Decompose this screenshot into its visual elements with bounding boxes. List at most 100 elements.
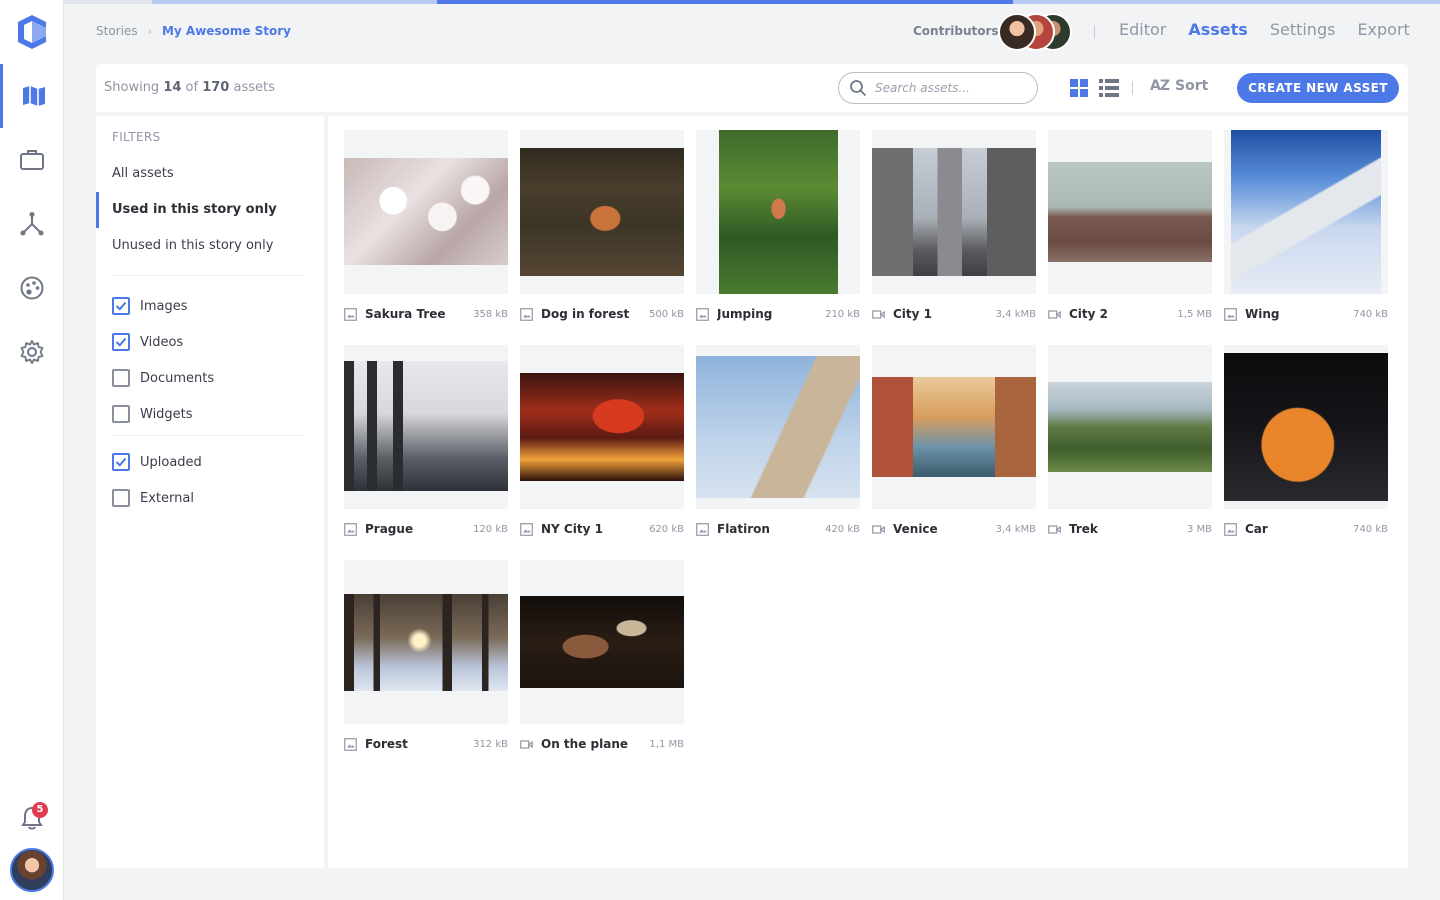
nav-projects[interactable] [0,128,64,192]
of-word: of [181,80,203,95]
asset-card[interactable]: Venice 3,4 kMB [872,345,1036,541]
asset-name: Dog in forest [541,307,630,321]
create-new-asset-button[interactable]: CREATE NEW ASSET [1237,73,1399,103]
asset-meta: On the plane 1,1 MB [520,736,684,752]
checkbox-label: External [140,490,194,506]
grid-view-icon[interactable] [1070,79,1088,97]
left-rail: 5 [0,0,64,900]
user-avatar[interactable] [10,848,54,892]
contributors-avatars[interactable] [998,13,1074,51]
asset-card[interactable]: City 1 3,4 kMB [872,130,1036,326]
asset-meta: Prague 120 kB [344,521,508,537]
sort-button[interactable]: AZ Sort [1150,78,1208,94]
asset-meta: Forest 312 kB [344,736,508,752]
asset-thumbnail [1224,130,1388,294]
asset-card[interactable]: Flatiron 420 kB [696,345,860,541]
car-image [1224,353,1388,501]
nav-settings[interactable] [0,320,64,384]
asset-card[interactable]: Jumping 210 kB [696,130,860,326]
image-type-icon [520,307,533,321]
checkbox-widgets[interactable]: Widgets [112,405,193,423]
checkbox-external[interactable]: External [112,489,194,507]
tab-settings[interactable]: Settings [1270,20,1336,39]
tab-editor[interactable]: Editor [1119,20,1166,39]
asset-size: 420 kB [825,523,860,535]
checkbox-uploaded[interactable]: Uploaded [112,453,202,471]
asset-card[interactable]: Trek 3 MB [1048,345,1212,541]
forest-image [344,594,508,691]
asset-size: 3,4 kMB [995,523,1036,535]
search-input[interactable] [875,76,1025,100]
asset-size: 3 MB [1186,523,1212,535]
asset-size: 358 kB [473,308,508,320]
asset-name: Prague [365,522,414,536]
image-type-icon [1224,522,1237,536]
image-type-icon [344,522,357,536]
checkbox-images[interactable]: Images [112,297,188,315]
asset-thumbnail [872,130,1036,294]
asset-meta: NY City 1 620 kB [520,521,684,537]
filters-panel: FILTERS All assets Used in this story on… [96,116,324,868]
asset-card[interactable]: Forest 312 kB [344,560,508,756]
venice-image [872,377,1036,477]
video-type-icon [520,739,533,749]
breadcrumb-stories-link[interactable]: Stories [96,24,138,38]
nav-stories[interactable] [0,64,64,128]
asset-card[interactable]: City 2 1,5 MB [1048,130,1212,326]
showing-count-text: Showing 14 of 170 assets [104,80,275,95]
image-type-icon [520,522,533,536]
asset-thumbnail [1048,345,1212,509]
asset-meta: Sakura Tree 358 kB [344,306,508,322]
city-2-image [1048,162,1212,262]
asset-card[interactable]: On the plane 1,1 MB [520,560,684,756]
app-logo-icon[interactable] [14,14,50,50]
filter-used-in-story[interactable]: Used in this story only [112,202,277,217]
breadcrumb-current-story[interactable]: My Awesome Story [162,24,291,38]
asset-thumbnail [1048,130,1212,294]
video-type-icon [1048,309,1061,319]
checkbox-videos[interactable]: Videos [112,333,183,351]
asset-thumbnail [344,130,508,294]
wing-image [1231,130,1381,294]
asset-name: Flatiron [717,522,770,536]
checkbox-empty-icon [112,405,130,423]
tab-export[interactable]: Export [1357,20,1409,39]
asset-size: 1,1 MB [649,738,684,750]
nav-structure[interactable] [0,192,64,256]
list-view-icon[interactable] [1099,79,1119,97]
filters-divider [112,275,304,276]
header-tabs: Editor Assets Settings Export [1119,20,1410,39]
asset-name: Car [1245,522,1268,536]
contributors-label: Contributors [913,24,999,38]
asset-card[interactable]: Dog in forest 500 kB [520,130,684,326]
asset-card[interactable]: NY City 1 620 kB [520,345,684,541]
asset-card[interactable]: Sakura Tree 358 kB [344,130,508,326]
tab-assets[interactable]: Assets [1188,20,1247,39]
asset-card[interactable]: Wing 740 kB [1224,130,1388,326]
asset-card[interactable]: Prague 120 kB [344,345,508,541]
showing-prefix: Showing [104,80,164,95]
contributor-avatar[interactable] [998,13,1036,51]
nav-themes[interactable] [0,256,64,320]
checkbox-label: Uploaded [140,454,202,470]
progress-segment-active [437,0,1013,4]
asset-thumbnail [872,345,1036,509]
progress-segment [1013,0,1440,4]
asset-size: 120 kB [473,523,508,535]
checkbox-documents[interactable]: Documents [112,369,214,387]
filter-all-assets[interactable]: All assets [112,166,174,181]
asset-thumbnail [696,130,860,294]
on-the-plane-image [520,596,684,688]
asset-meta: Flatiron 420 kB [696,521,860,537]
asset-thumbnail [520,130,684,294]
filter-unused-in-story[interactable]: Unused in this story only [112,238,273,253]
active-filter-indicator [96,192,99,228]
video-type-icon [872,309,885,319]
checkbox-empty-icon [112,489,130,507]
search-box[interactable] [838,72,1038,104]
asset-card[interactable]: Car 740 kB [1224,345,1388,541]
checkbox-empty-icon [112,369,130,387]
jumping-image [719,130,838,294]
asset-thumbnail [344,560,508,724]
asset-size: 740 kB [1353,523,1388,535]
